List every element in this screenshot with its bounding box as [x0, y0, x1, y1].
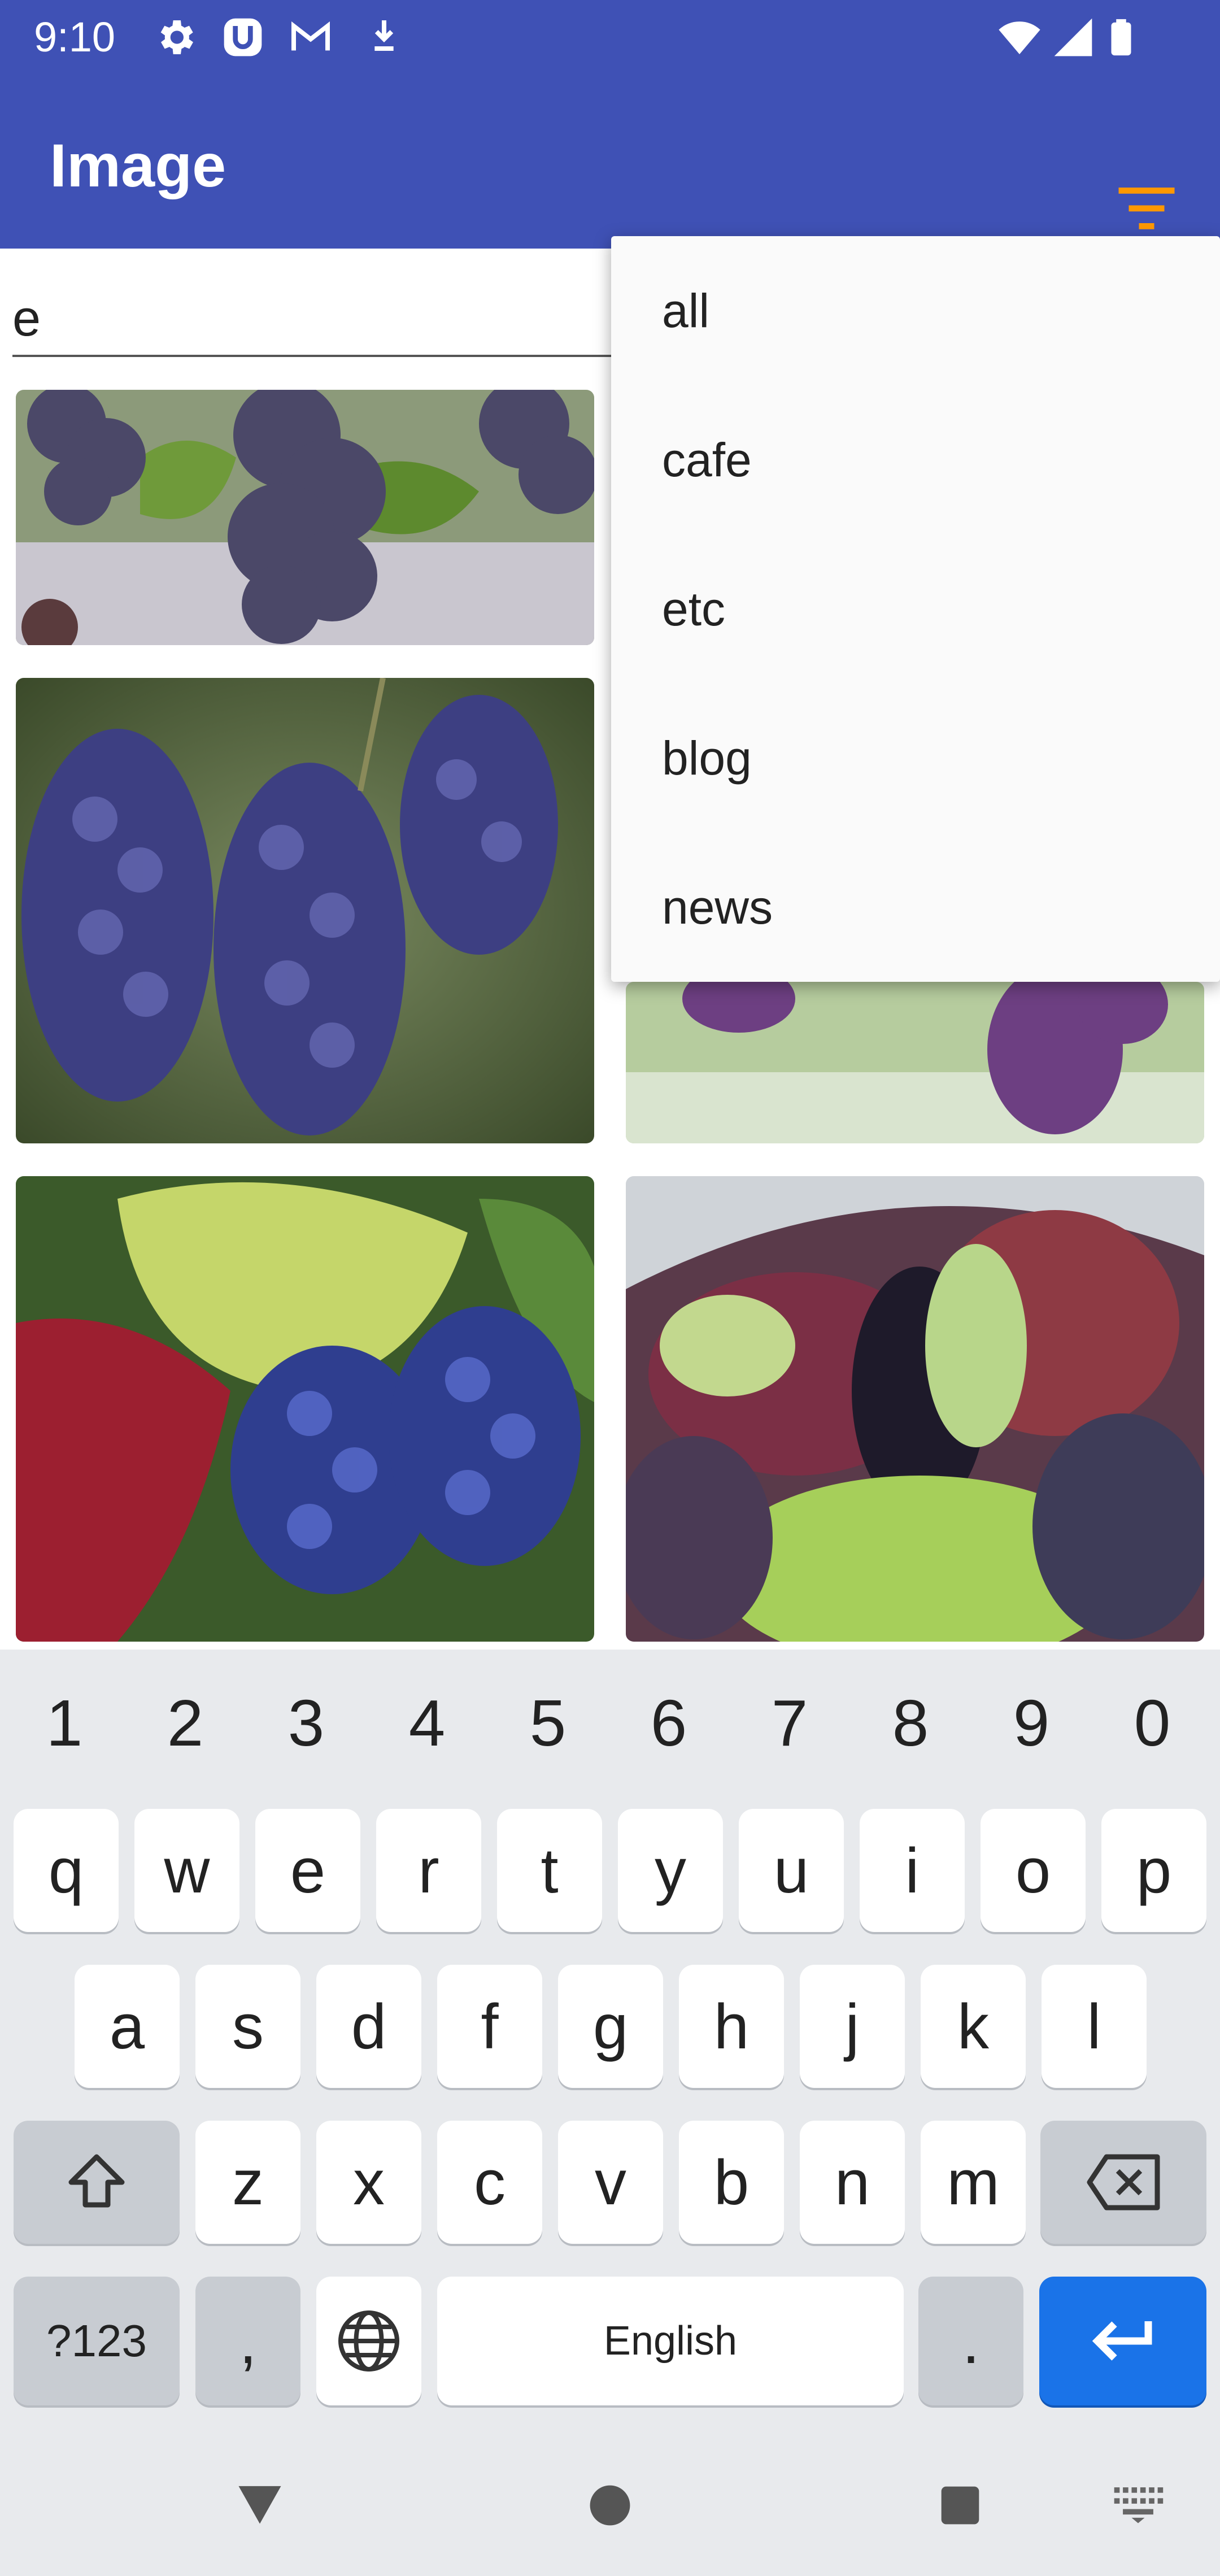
- navigation-bar: [0, 2452, 1220, 2576]
- key-3[interactable]: 3: [267, 1666, 346, 1779]
- u-app-icon: [224, 18, 262, 56]
- menu-item-blog[interactable]: blog: [611, 684, 1220, 833]
- key-v[interactable]: v: [558, 2121, 663, 2244]
- menu-item-label: all: [662, 284, 710, 337]
- app-bar: Image: [0, 75, 1220, 249]
- key-6[interactable]: 6: [629, 1666, 708, 1779]
- key-0[interactable]: 0: [1113, 1666, 1192, 1779]
- back-icon[interactable]: [232, 2474, 288, 2531]
- status-bar: 9:10: [0, 0, 1220, 75]
- grid-image[interactable]: [16, 1176, 594, 1642]
- key-b[interactable]: b: [679, 2121, 784, 2244]
- menu-item-all[interactable]: all: [611, 236, 1220, 385]
- key-q[interactable]: q: [14, 1809, 119, 1932]
- gmail-icon: [291, 21, 330, 51]
- soft-keyboard: [0, 1650, 1220, 2576]
- key-w[interactable]: w: [134, 1809, 239, 1932]
- period-key[interactable]: .: [918, 2277, 1023, 2405]
- filter-button[interactable]: [1107, 168, 1186, 247]
- menu-item-label: cafe: [662, 433, 752, 486]
- key-u[interactable]: u: [739, 1809, 844, 1932]
- grid-image[interactable]: [626, 982, 1204, 1143]
- key-t[interactable]: t: [497, 1809, 602, 1932]
- filter-icon: [1118, 188, 1175, 229]
- key-l[interactable]: l: [1042, 1965, 1147, 2088]
- gear-icon: [160, 20, 193, 54]
- key-2[interactable]: 2: [146, 1666, 225, 1779]
- key-9[interactable]: 9: [992, 1666, 1071, 1779]
- grid-image[interactable]: [16, 390, 594, 645]
- grid-image[interactable]: [626, 1176, 1204, 1642]
- key-a[interactable]: a: [75, 1965, 180, 2088]
- keyboard-switch-icon[interactable]: [1110, 2480, 1166, 2525]
- wifi-icon: [999, 21, 1040, 54]
- key-g[interactable]: g: [558, 1965, 663, 2088]
- space-key[interactable]: English: [437, 2277, 904, 2405]
- language-key[interactable]: [316, 2277, 421, 2405]
- menu-item-etc[interactable]: etc: [611, 534, 1220, 684]
- key-c[interactable]: c: [437, 2121, 542, 2244]
- home-icon[interactable]: [582, 2477, 638, 2534]
- shift-icon: [68, 2154, 125, 2208]
- key-j[interactable]: j: [800, 1965, 905, 2088]
- battery-icon: [1111, 19, 1131, 56]
- keyboard-number-row: 1 2 3 4 5 6 7 8 9 0: [0, 1666, 1220, 1779]
- key-z[interactable]: z: [195, 2121, 300, 2244]
- enter-key[interactable]: [1039, 2277, 1206, 2405]
- key-o[interactable]: o: [981, 1809, 1086, 1932]
- recents-icon[interactable]: [932, 2477, 988, 2534]
- symbols-key[interactable]: ?123: [14, 2277, 180, 2405]
- key-8[interactable]: 8: [871, 1666, 950, 1779]
- page-title: Image: [50, 131, 226, 199]
- menu-item-label: blog: [662, 731, 752, 785]
- key-f[interactable]: f: [437, 1965, 542, 2088]
- key-m[interactable]: m: [921, 2121, 1026, 2244]
- shift-key[interactable]: [14, 2121, 180, 2244]
- key-7[interactable]: 7: [750, 1666, 829, 1779]
- signal-icon: [1054, 18, 1092, 56]
- menu-item-label: news: [662, 880, 773, 934]
- menu-item-news[interactable]: news: [611, 833, 1220, 982]
- key-x[interactable]: x: [316, 2121, 421, 2244]
- key-i[interactable]: i: [860, 1809, 965, 1932]
- key-4[interactable]: 4: [387, 1666, 467, 1779]
- menu-item-label: etc: [662, 582, 726, 636]
- key-y[interactable]: y: [618, 1809, 723, 1932]
- key-1[interactable]: 1: [25, 1666, 104, 1779]
- key-e[interactable]: e: [255, 1809, 360, 1932]
- menu-item-cafe[interactable]: cafe: [611, 385, 1220, 534]
- search-input[interactable]: [12, 282, 611, 357]
- download-icon: [374, 20, 394, 51]
- key-n[interactable]: n: [800, 2121, 905, 2244]
- key-r[interactable]: r: [376, 1809, 481, 1932]
- key-s[interactable]: s: [195, 1965, 300, 2088]
- filter-dropdown-menu: all cafe etc blog news: [611, 236, 1220, 982]
- key-5[interactable]: 5: [508, 1666, 587, 1779]
- backspace-icon: [1087, 2154, 1160, 2211]
- enter-icon: [1092, 2321, 1152, 2361]
- comma-key[interactable]: ,: [195, 2277, 300, 2405]
- key-k[interactable]: k: [921, 1965, 1026, 2088]
- key-h[interactable]: h: [679, 1965, 784, 2088]
- globe-icon: [338, 2310, 399, 2372]
- grid-image[interactable]: [16, 678, 594, 1143]
- key-d[interactable]: d: [316, 1965, 421, 2088]
- status-time: 9:10: [34, 14, 116, 60]
- backspace-key[interactable]: [1040, 2121, 1206, 2244]
- key-p[interactable]: p: [1101, 1809, 1206, 1932]
